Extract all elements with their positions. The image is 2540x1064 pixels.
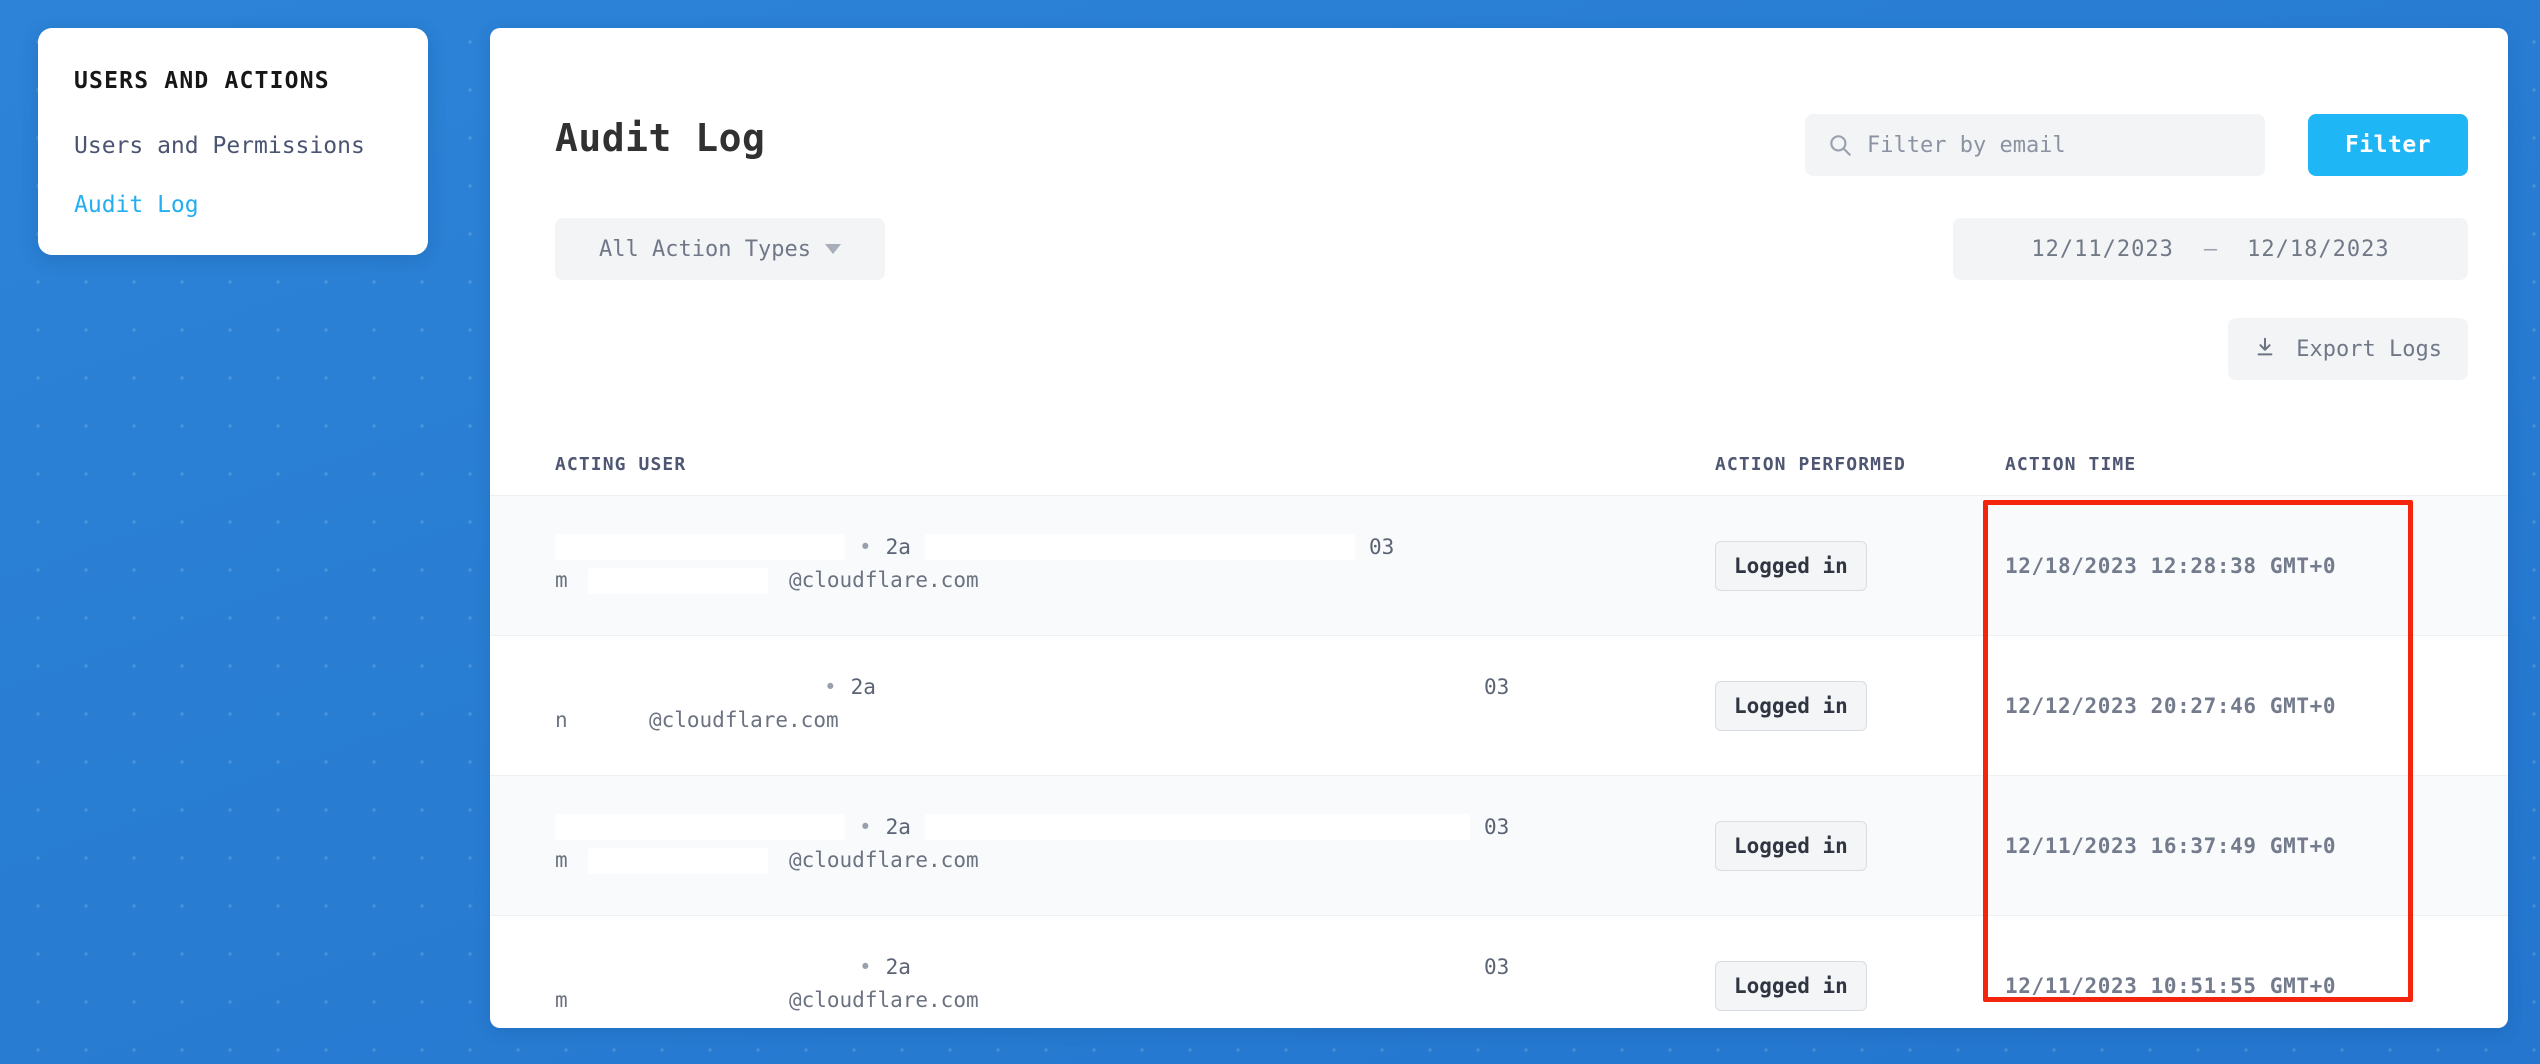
status-badge: Logged in [1715,680,1867,731]
email-domain: @cloudflare.com [648,708,839,732]
redacted-block [555,534,845,560]
date-range-end[interactable]: 12/18/2023 [2247,237,2389,262]
acting-user-cell: • 2a 03 m @cloudflare.com [555,776,1715,915]
action-time-cell: 12/11/2023 16:37:49 GMT+0 [2005,833,2337,858]
redacted-block [588,708,629,734]
redacted-block [889,674,1470,700]
search-field-wrapper[interactable] [1805,114,2265,176]
redacted-block [588,988,769,1014]
email-domain: @cloudflare.com [788,988,979,1012]
acting-user-id-suffix: 03 [1483,955,1510,979]
page-title: Audit Log [555,116,766,160]
acting-user-id-fragment: 2a [850,675,876,699]
action-time-cell: 12/12/2023 20:27:46 GMT+0 [2005,693,2337,718]
status-badge: Logged in [1715,820,1867,871]
redacted-block [924,534,1355,560]
acting-user-id-suffix: 03 [1483,815,1510,839]
redacted-block [588,848,769,874]
acting-user-id-line: • 2a 03 [555,814,1509,840]
separator-dot: • [859,815,872,839]
email-prefix: m [555,568,568,592]
chevron-down-icon [824,244,841,254]
date-range-separator: – [2203,236,2218,262]
audit-log-table: ACTING USER ACTION PERFORMED ACTION TIME… [490,433,2508,1028]
separator-dot: • [859,535,872,559]
date-range-start[interactable]: 12/11/2023 [2031,237,2173,262]
acting-user-id-suffix: 03 [1368,535,1395,559]
main-panel: Audit Log Filter All Action Types 12/11/… [490,28,2508,1028]
search-icon [1827,132,1853,158]
status-badge: Logged in [1715,540,1867,591]
redacted-block [924,954,1470,980]
acting-user-email-line: n @cloudflare.com [555,708,839,734]
status-badge: Logged in [1715,960,1867,1011]
acting-user-id-fragment: 2a [885,815,911,839]
filter-button[interactable]: Filter [2308,114,2468,176]
acting-user-id-fragment: 2a [885,955,911,979]
export-logs-button[interactable]: Export Logs [2228,318,2468,380]
redacted-block [924,814,1470,840]
acting-user-id-line: • 2a 03 [555,534,1394,560]
email-prefix: m [555,988,568,1012]
acting-user-id-fragment: 2a [885,535,911,559]
redacted-block [555,954,845,980]
sidebar-item-users-and-permissions[interactable]: Users and Permissions [74,130,392,163]
redacted-block [555,814,845,840]
column-header-action-time: ACTION TIME [2005,453,2137,475]
acting-user-cell: • 2a 03 m @cloudflare.com [555,916,1715,1028]
action-type-dropdown[interactable]: All Action Types [555,218,885,280]
action-performed-cell: Logged in [1715,960,2005,1011]
action-performed-cell: Logged in [1715,540,2005,591]
download-icon [2254,336,2276,362]
table-header-row: ACTING USER ACTION PERFORMED ACTION TIME [490,433,2508,495]
action-type-label: All Action Types [599,236,811,262]
table-row[interactable]: • 2a 03 m @cloudflare.com Logged in 12/1… [490,915,2508,1028]
column-header-acting-user: ACTING USER [555,453,687,475]
redacted-block [555,674,810,700]
table-row[interactable]: • 2a 03 m @cloudflare.com Logged in 12/1… [490,495,2508,635]
sidebar-title: USERS AND ACTIONS [74,68,330,94]
action-time-cell: 12/18/2023 12:28:38 GMT+0 [2005,553,2337,578]
sidebar-item-audit-log[interactable]: Audit Log [74,189,392,222]
sidebar: USERS AND ACTIONS Users and Permissions … [38,28,428,256]
acting-user-cell: • 2a 03 m @cloudflare.com [555,496,1715,635]
email-prefix: n [555,708,568,732]
acting-user-id-line: • 2a 03 [555,674,1509,700]
acting-user-cell: • 2a 03 n @cloudflare.com [555,636,1715,775]
acting-user-id-line: • 2a 03 [555,954,1509,980]
email-domain: @cloudflare.com [788,568,979,592]
redacted-block [588,568,769,594]
email-domain: @cloudflare.com [788,848,979,872]
date-range-picker[interactable]: 12/11/2023 – 12/18/2023 [1953,218,2468,280]
acting-user-email-line: m @cloudflare.com [555,568,979,594]
search-input[interactable] [1867,132,2243,158]
export-logs-label: Export Logs [2296,336,2442,362]
table-row[interactable]: • 2a 03 n @cloudflare.com Logged in 12/1… [490,635,2508,775]
action-performed-cell: Logged in [1715,680,2005,731]
acting-user-email-line: m @cloudflare.com [555,988,979,1014]
separator-dot: • [824,675,837,699]
acting-user-id-suffix: 03 [1483,675,1510,699]
action-performed-cell: Logged in [1715,820,2005,871]
action-time-cell: 12/11/2023 10:51:55 GMT+0 [2005,973,2337,998]
column-header-action-performed: ACTION PERFORMED [1715,453,1906,475]
separator-dot: • [859,955,872,979]
acting-user-email-line: m @cloudflare.com [555,848,979,874]
table-row[interactable]: • 2a 03 m @cloudflare.com Logged in 12/1… [490,775,2508,915]
email-prefix: m [555,848,568,872]
